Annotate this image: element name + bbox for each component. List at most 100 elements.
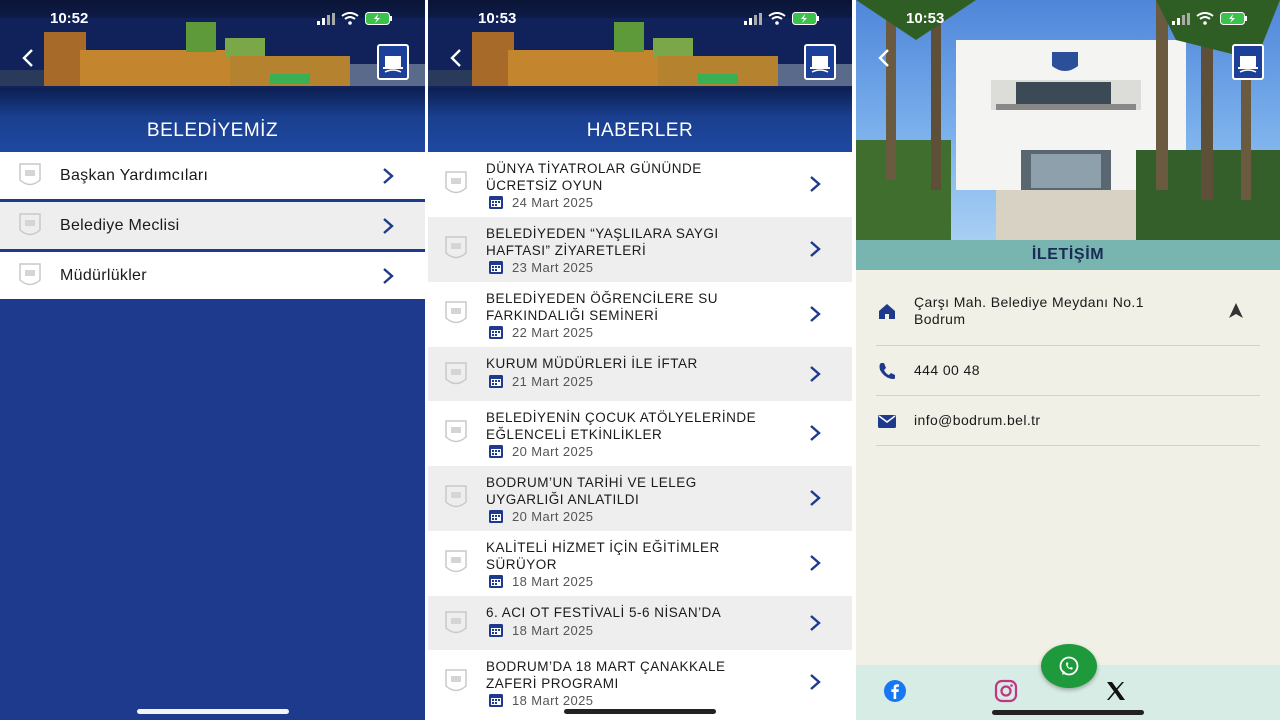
page-title: BELEDİYEMİZ: [146, 120, 279, 141]
municipality-logo-icon: [19, 263, 41, 286]
news-date: 22 Mart 2025: [512, 324, 594, 340]
instagram-icon[interactable]: [994, 679, 1018, 703]
news-title: BELEDİYEDEN ÖĞRENCİLERE SU FARKINDALIĞI …: [486, 291, 719, 323]
status-bar: 10:53: [856, 10, 1280, 30]
signal-icon: [1172, 12, 1190, 25]
chevron-right-icon: [810, 176, 821, 192]
calendar-icon: [489, 694, 503, 707]
chevron-right-icon: [810, 674, 821, 690]
municipality-logo-icon: [445, 301, 467, 324]
news-item[interactable]: BELEDİYEDEN “YAŞLILARA SAYGI HAFTASI” Zİ…: [428, 217, 852, 282]
chevron-right-icon: [810, 615, 821, 631]
wifi-icon: [1196, 12, 1214, 25]
news-title: BODRUM’UN TARİHİ VE LELEG UYGARLIĞI ANLA…: [486, 475, 697, 507]
whatsapp-icon: [1059, 656, 1079, 676]
news-title: DÜNYA TİYATROLAR GÜNÜNDE ÜCRETSİZ OYUN: [486, 161, 702, 193]
municipality-logo-icon: [19, 163, 41, 186]
news-date: 18 Mart 2025: [512, 692, 594, 708]
calendar-icon: [489, 575, 503, 588]
news-title: BODRUM’DA 18 MART ÇANAKKALE ZAFERİ PROGR…: [486, 659, 726, 691]
calendar-icon: [489, 510, 503, 523]
status-time: 10:52: [50, 10, 89, 27]
news-item[interactable]: KURUM MÜDÜRLERİ İLE İFTAR 21 Mart 2025: [428, 347, 852, 401]
address-text: Çarşı Mah. Belediye Meydanı No.1 Bodrum: [914, 294, 1144, 327]
news-item[interactable]: KALİTELİ HİZMET İÇİN EĞİTİMLER SÜRÜYOR 1…: [428, 531, 852, 596]
chevron-right-icon: [810, 241, 821, 257]
chevron-right-icon: [810, 366, 821, 382]
back-arrow-icon[interactable]: [874, 46, 894, 70]
belediyemiz-screen: 10:52 BELEDİYEMİZ Başkan Yardımcıları Be…: [0, 0, 425, 720]
status-bar: 10:53: [428, 10, 852, 30]
building-illustration: [856, 0, 1280, 240]
home-indicator[interactable]: [136, 709, 289, 714]
email-row[interactable]: info@bodrum.bel.tr: [876, 396, 1260, 446]
status-bar: 10:52: [0, 10, 425, 30]
menu-item-baskan-yardimcilari[interactable]: Başkan Yardımcıları: [0, 152, 425, 199]
chevron-right-icon: [383, 267, 394, 284]
x-twitter-icon[interactable]: [1104, 679, 1128, 703]
municipality-logo-icon: [445, 362, 467, 385]
news-date: 23 Mart 2025: [512, 259, 594, 275]
address-row[interactable]: Çarşı Mah. Belediye Meydanı No.1 Bodrum: [876, 278, 1260, 346]
menu-item-label: Belediye Meclisi: [60, 216, 180, 234]
municipality-logo-icon: [445, 171, 467, 194]
chevron-right-icon: [383, 217, 394, 234]
calendar-icon: [489, 196, 503, 209]
status-time: 10:53: [906, 10, 945, 27]
news-date: 18 Mart 2025: [512, 573, 594, 589]
municipality-logo-icon: [445, 420, 467, 443]
facebook-icon[interactable]: [883, 679, 907, 703]
wifi-icon: [768, 12, 786, 25]
header-banner: 10:53 HABERLER: [428, 0, 852, 152]
iletisim-screen: 10:53 İLETİŞİM Çarşı Mah. Belediye Meyda…: [856, 0, 1280, 720]
municipality-logo-icon: [445, 550, 467, 573]
calendar-icon: [489, 445, 503, 458]
menu-list: Başkan Yardımcıları Belediye Meclisi Müd…: [0, 152, 425, 299]
municipality-logo-icon: [445, 611, 467, 634]
home-indicator[interactable]: [992, 710, 1144, 715]
news-item[interactable]: 6. ACI OT FESTİVALİ 5-6 NİSAN’DA 18 Mart…: [428, 596, 852, 650]
municipality-logo-icon: [1232, 44, 1264, 80]
news-item[interactable]: BELEDİYEDEN ÖĞRENCİLERE SU FARKINDALIĞI …: [428, 282, 852, 347]
chevron-right-icon: [810, 555, 821, 571]
menu-item-label: Müdürlükler: [60, 266, 147, 284]
news-title: BELEDİYENİN ÇOCUK ATÖLYELERİNDE EĞLENCEL…: [486, 410, 757, 442]
municipality-logo-icon: [445, 485, 467, 508]
chevron-right-icon: [810, 425, 821, 441]
calendar-icon: [489, 624, 503, 637]
municipality-logo-icon: [445, 236, 467, 259]
mail-icon: [878, 415, 896, 428]
municipality-building-photo: 10:53: [856, 0, 1280, 240]
menu-item-mudurlukler[interactable]: Müdürlükler: [0, 252, 425, 299]
whatsapp-button[interactable]: [1041, 644, 1097, 688]
news-item[interactable]: BODRUM’DA 18 MART ÇANAKKALE ZAFERİ PROGR…: [428, 650, 852, 715]
menu-item-belediye-meclisi[interactable]: Belediye Meclisi: [0, 202, 425, 249]
chevron-right-icon: [810, 490, 821, 506]
news-date: 20 Mart 2025: [512, 443, 594, 459]
news-title: 6. ACI OT FESTİVALİ 5-6 NİSAN’DA: [486, 605, 722, 620]
wifi-icon: [341, 12, 359, 25]
home-icon: [879, 304, 895, 319]
news-date: 24 Mart 2025: [512, 194, 594, 210]
news-title: KALİTELİ HİZMET İÇİN EĞİTİMLER SÜRÜYOR: [486, 540, 720, 572]
news-item[interactable]: DÜNYA TİYATROLAR GÜNÜNDE ÜCRETSİZ OYUN 2…: [428, 152, 852, 217]
news-item[interactable]: BODRUM’UN TARİHİ VE LELEG UYGARLIĞI ANLA…: [428, 466, 852, 531]
chevron-right-icon: [383, 167, 394, 184]
calendar-icon: [489, 375, 503, 388]
municipality-logo-icon: [804, 44, 836, 80]
phone-row[interactable]: 444 00 48: [876, 346, 1260, 396]
header-banner: 10:52 BELEDİYEMİZ: [0, 0, 425, 152]
news-item[interactable]: BELEDİYENİN ÇOCUK ATÖLYELERİNDE EĞLENCEL…: [428, 401, 852, 466]
back-arrow-icon[interactable]: [18, 46, 38, 70]
calendar-icon: [489, 326, 503, 339]
home-indicator[interactable]: [564, 709, 716, 714]
castle-night-photo: [428, 18, 852, 98]
battery-icon: [792, 12, 819, 25]
signal-icon: [317, 12, 335, 25]
email-text: info@bodrum.bel.tr: [914, 412, 1041, 428]
castle-night-photo: [0, 18, 425, 98]
page-title: İLETİŞİM: [856, 240, 1280, 270]
navigation-arrow-icon[interactable]: [1228, 302, 1244, 320]
municipality-logo-icon: [445, 669, 467, 692]
back-arrow-icon[interactable]: [446, 46, 466, 70]
